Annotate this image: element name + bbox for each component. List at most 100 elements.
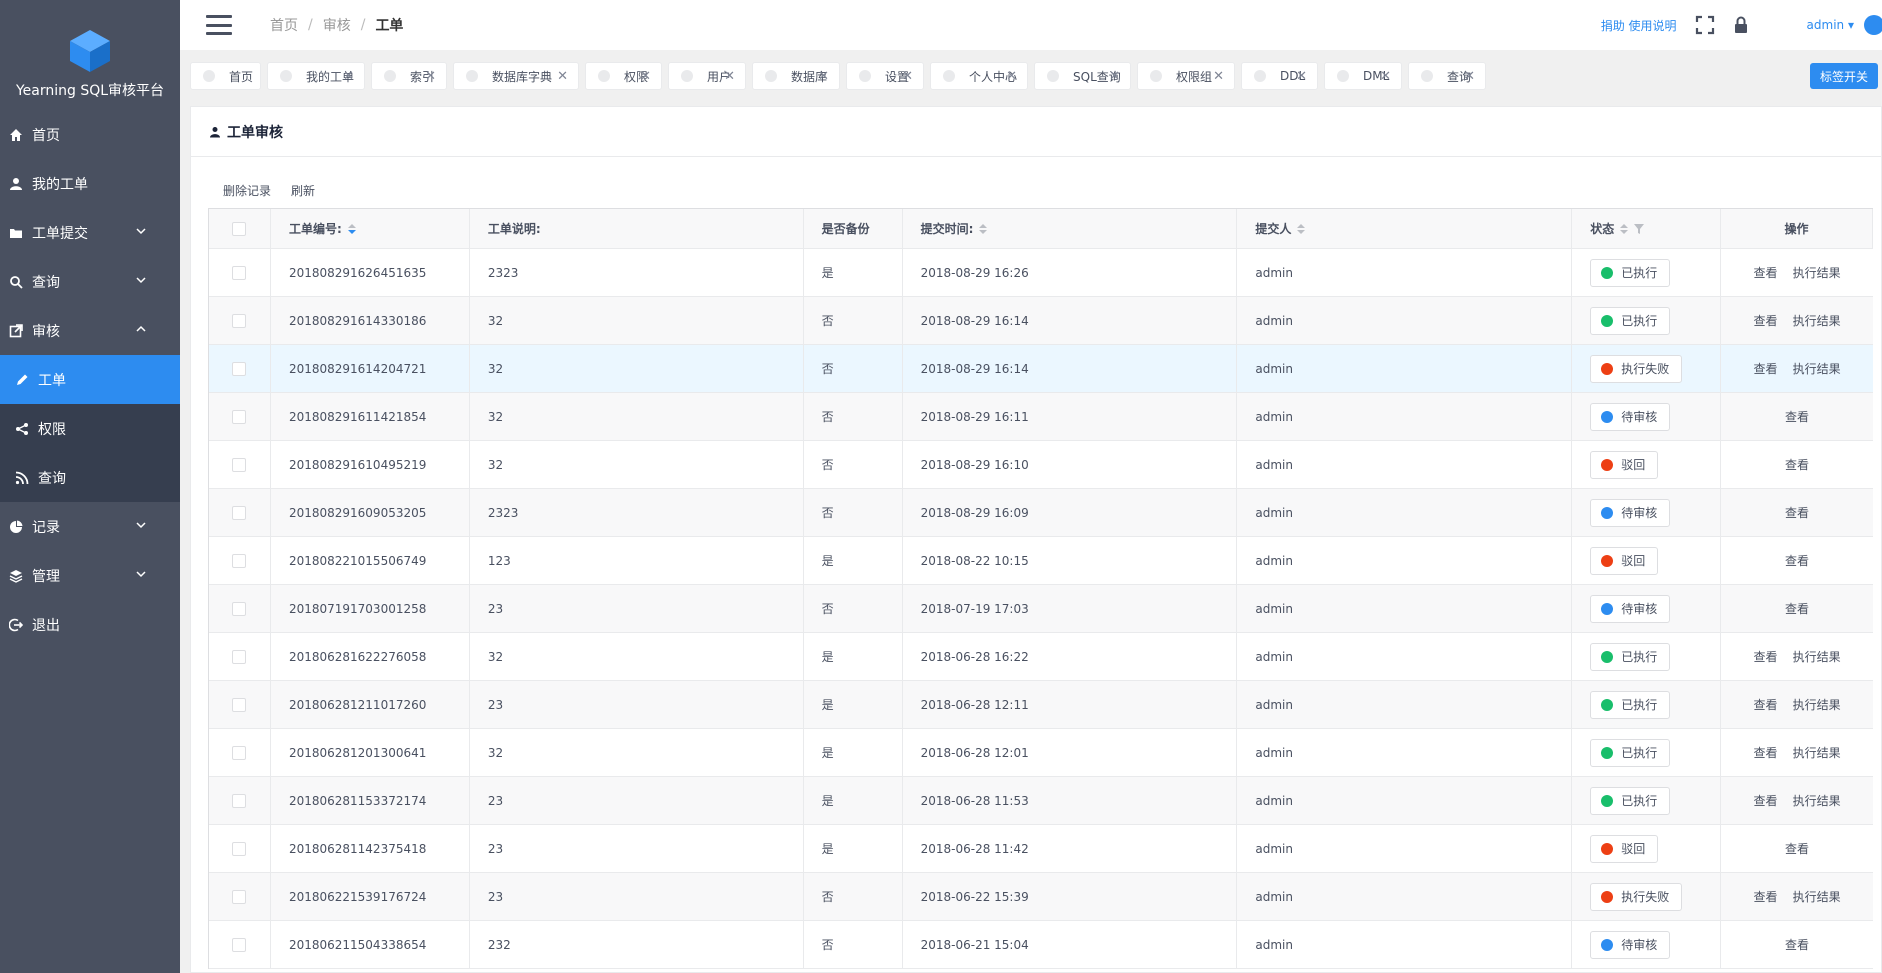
select-all-checkbox[interactable]	[232, 221, 247, 236]
table-row[interactable]: 201808221015506749 123 是 2018-08-22 10:15 ad…	[209, 537, 1873, 585]
row-checkbox[interactable]	[232, 409, 247, 424]
row-checkbox[interactable]	[232, 841, 247, 856]
sidebar-item-home[interactable]: 首页	[0, 110, 180, 159]
view-button[interactable]: 查看	[1785, 456, 1809, 473]
tab-11[interactable]: DDL ✕	[1241, 62, 1318, 90]
donate-link[interactable]: 捐助	[1601, 19, 1625, 33]
filter-icon[interactable]	[1634, 223, 1645, 234]
sidebar-item-records[interactable]: 记录	[0, 502, 180, 551]
view-button[interactable]: 查看	[1754, 888, 1778, 905]
view-button[interactable]: 查看	[1785, 936, 1809, 953]
view-button[interactable]: 查看	[1754, 312, 1778, 329]
user-menu[interactable]: admin ▾	[1807, 18, 1854, 32]
row-checkbox[interactable]	[232, 649, 247, 664]
row-checkbox[interactable]	[232, 553, 247, 568]
close-icon[interactable]: ✕	[640, 69, 651, 84]
table-row[interactable]: 201808291610495219 32 否 2018-08-29 16:10 adm…	[209, 441, 1873, 489]
result-button[interactable]: 执行结果	[1793, 888, 1841, 905]
table-row[interactable]: 201807191703001258 23 否 2018-07-19 17:03 adm…	[209, 585, 1873, 633]
view-button[interactable]: 查看	[1754, 360, 1778, 377]
table-row[interactable]: 201808291626451635 2323 是 2018-08-29 16:26 a…	[209, 249, 1873, 297]
sort-icon[interactable]	[979, 223, 988, 234]
row-checkbox[interactable]	[232, 745, 247, 760]
view-button[interactable]: 查看	[1754, 792, 1778, 809]
close-icon[interactable]: ✕	[425, 69, 436, 84]
sidebar-subitem-query[interactable]: 查询	[0, 453, 180, 502]
avatar[interactable]	[1864, 15, 1882, 35]
tab-1[interactable]: 我的工单 ✕	[267, 62, 365, 90]
sidebar-item-manage[interactable]: 管理	[0, 551, 180, 600]
close-icon[interactable]: ✕	[1109, 69, 1120, 84]
tab-0[interactable]: 首页	[190, 62, 261, 90]
view-button[interactable]: 查看	[1785, 504, 1809, 521]
close-icon[interactable]: ✕	[818, 69, 829, 84]
usage-link[interactable]: 使用说明	[1629, 19, 1677, 33]
tab-3[interactable]: 数据库字典 ✕	[453, 62, 579, 90]
sidebar-item-logout[interactable]: 退出	[0, 600, 180, 649]
col-status[interactable]: 状态	[1572, 209, 1722, 248]
view-button[interactable]: 查看	[1785, 840, 1809, 857]
row-checkbox[interactable]	[232, 457, 247, 472]
view-button[interactable]: 查看	[1754, 696, 1778, 713]
tab-9[interactable]: SQL查询 ✕	[1034, 62, 1131, 90]
view-button[interactable]: 查看	[1785, 600, 1809, 617]
close-icon[interactable]: ✕	[1006, 69, 1017, 84]
refresh-button[interactable]: 刷新	[291, 182, 315, 199]
row-checkbox[interactable]	[232, 889, 247, 904]
result-button[interactable]: 执行结果	[1793, 264, 1841, 281]
col-order-id[interactable]: 工单编号:	[271, 209, 470, 248]
result-button[interactable]: 执行结果	[1793, 696, 1841, 713]
result-button[interactable]: 执行结果	[1793, 792, 1841, 809]
table-row[interactable]: 201808291614204721 32 否 2018-08-29 16:14 adm…	[209, 345, 1873, 393]
table-row[interactable]: 201808291611421854 32 否 2018-08-29 16:11 adm…	[209, 393, 1873, 441]
sort-icon[interactable]	[347, 223, 356, 234]
table-row[interactable]: 201806221539176724 23 否 2018-06-22 15:39 adm…	[209, 873, 1873, 921]
sidebar-subitem-permissions[interactable]: 权限	[0, 404, 180, 453]
view-button[interactable]: 查看	[1785, 408, 1809, 425]
close-icon[interactable]: ✕	[1380, 69, 1391, 84]
result-button[interactable]: 执行结果	[1793, 312, 1841, 329]
row-checkbox[interactable]	[232, 505, 247, 520]
close-icon[interactable]: ✕	[1296, 69, 1307, 84]
sidebar-item-my-orders[interactable]: 我的工单	[0, 159, 180, 208]
row-checkbox[interactable]	[232, 361, 247, 376]
sidebar-item-query[interactable]: 查询	[0, 257, 180, 306]
col-submit-time[interactable]: 提交时间:	[903, 209, 1238, 248]
result-button[interactable]: 执行结果	[1793, 360, 1841, 377]
donate-usage-link[interactable]: 捐助 使用说明	[1601, 17, 1677, 34]
sort-icon[interactable]	[1620, 223, 1629, 234]
close-icon[interactable]: ✕	[557, 69, 568, 84]
lock-icon[interactable]	[1731, 15, 1751, 35]
sort-icon[interactable]	[1297, 223, 1306, 234]
row-checkbox[interactable]	[232, 793, 247, 808]
table-row[interactable]: 201808291614330186 32 否 2018-08-29 16:14 adm…	[209, 297, 1873, 345]
row-checkbox[interactable]	[232, 265, 247, 280]
tab-10[interactable]: 权限组 ✕	[1137, 62, 1235, 90]
close-icon[interactable]: ✕	[902, 69, 913, 84]
tab-12[interactable]: DML ✕	[1324, 62, 1402, 90]
view-button[interactable]: 查看	[1754, 264, 1778, 281]
tab-6[interactable]: 数据库 ✕	[752, 62, 840, 90]
breadcrumb-home[interactable]: 首页	[270, 15, 298, 35]
tab-2[interactable]: 索引 ✕	[371, 62, 447, 90]
sidebar-item-audit[interactable]: 审核	[0, 306, 180, 355]
col-submitter[interactable]: 提交人	[1237, 209, 1573, 248]
row-checkbox[interactable]	[232, 601, 247, 616]
tab-7[interactable]: 设置 ✕	[846, 62, 924, 90]
table-row[interactable]: 201808291609053205 2323 否 2018-08-29 16:09 a…	[209, 489, 1873, 537]
sidebar-subitem-orders[interactable]: 工单	[0, 355, 180, 404]
table-row[interactable]: 201806211504338654 232 否 2018-06-21 15:04 ad…	[209, 921, 1873, 969]
close-icon[interactable]: ✕	[724, 69, 735, 84]
row-checkbox[interactable]	[232, 937, 247, 952]
table-row[interactable]: 201806281201300641 32 是 2018-06-28 12:01 adm…	[209, 729, 1873, 777]
sidebar-item-submit[interactable]: 工单提交	[0, 208, 180, 257]
close-icon[interactable]: ✕	[343, 69, 354, 84]
table-row[interactable]: 201806281153372174 23 是 2018-06-28 11:53 adm…	[209, 777, 1873, 825]
table-row[interactable]: 201806281211017260 23 是 2018-06-28 12:11 adm…	[209, 681, 1873, 729]
tab-4[interactable]: 权限 ✕	[585, 62, 662, 90]
delete-records-button[interactable]: 删除记录	[223, 182, 271, 199]
row-checkbox[interactable]	[232, 697, 247, 712]
tags-switch-button[interactable]: 标签开关	[1810, 63, 1879, 89]
table-row[interactable]: 201806281142375418 23 是 2018-06-28 11:42 adm…	[209, 825, 1873, 873]
view-button[interactable]: 查看	[1754, 648, 1778, 665]
